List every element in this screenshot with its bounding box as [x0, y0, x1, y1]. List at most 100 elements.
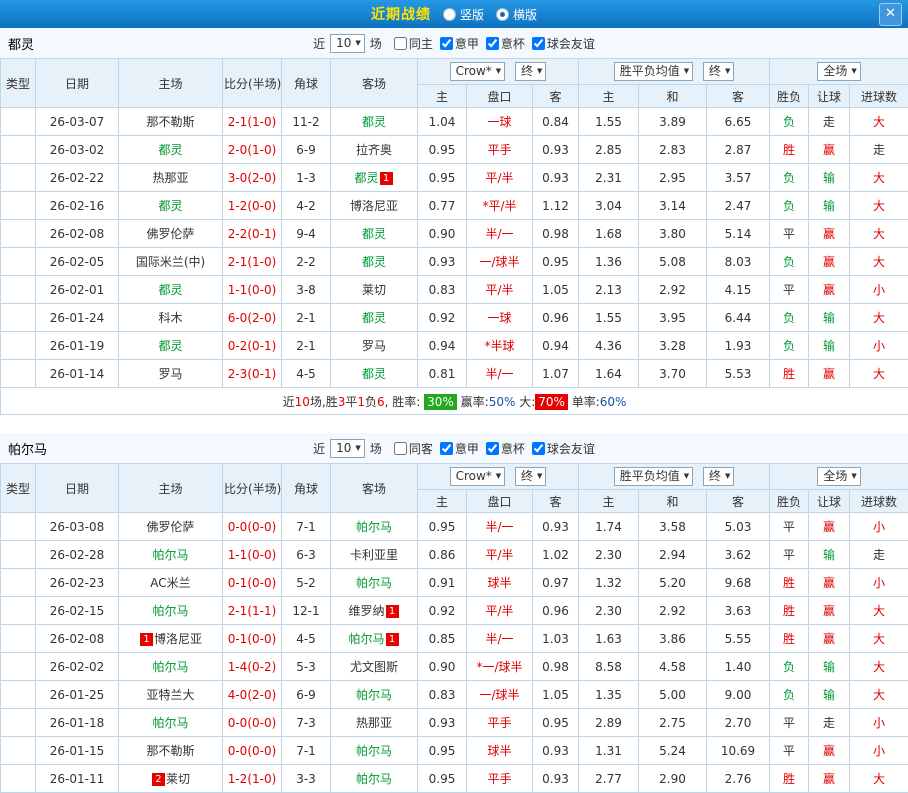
- checkbox-input[interactable]: [486, 442, 499, 455]
- filter-checkbox[interactable]: 意杯: [479, 35, 525, 52]
- corner-cell: 7-1: [282, 737, 331, 765]
- match-row: 意甲26-01-15那不勒斯0-0(0-0)7-1帕尔马0.95球半0.931.…: [1, 737, 908, 765]
- ah-line-cell: 半/一: [467, 220, 533, 248]
- ah-line-cell: *平/半: [467, 192, 533, 220]
- filter-checkbox[interactable]: 同主: [387, 35, 433, 52]
- ah-away-odds-cell: 0.93: [533, 164, 579, 192]
- date-cell: 26-02-01: [36, 276, 119, 304]
- checkbox-label: 意甲: [455, 440, 479, 457]
- checkbox-input[interactable]: [532, 442, 545, 455]
- ah-away-odds-cell: 0.96: [533, 304, 579, 332]
- europe-odds-select[interactable]: 胜平负均值▼: [614, 467, 693, 486]
- ah-home-odds-cell: 0.83: [418, 681, 467, 709]
- ah-away-odds-cell: 0.98: [533, 220, 579, 248]
- away-team-name: 都灵: [354, 171, 378, 185]
- corner-cell: 7-3: [282, 709, 331, 737]
- europe-odds-select[interactable]: 胜平负均值▼: [614, 62, 693, 81]
- home-team-cell: 帕尔马: [119, 597, 223, 625]
- ah-line-cell: *一/球半: [467, 653, 533, 681]
- bookmaker-select[interactable]: Crow*▼: [450, 62, 506, 81]
- checkbox-input[interactable]: [440, 442, 453, 455]
- away-team-cell: 尤文图斯: [331, 653, 418, 681]
- away-team-name: 帕尔马: [356, 688, 392, 702]
- team-section: 都灵 近 10▼ 场 同主意甲意杯球会友谊 类型 日期 主场 比分(半场) 角球…: [0, 28, 908, 415]
- filter-checkbox[interactable]: 球会友谊: [525, 440, 595, 457]
- score-cell: 0-0(0-0): [223, 513, 282, 541]
- home-team-name: 帕尔马: [152, 548, 188, 562]
- europe-stage-select[interactable]: 终▼: [703, 62, 734, 81]
- match-count-select[interactable]: 10 ▼: [330, 439, 365, 458]
- eu-away-odds-cell: 9.68: [707, 569, 770, 597]
- scope-select[interactable]: 全场▼: [817, 467, 860, 486]
- filter-checkbox[interactable]: 同客: [387, 440, 433, 457]
- date-cell: 26-01-14: [36, 360, 119, 388]
- match-count-select[interactable]: 10▼: [330, 34, 365, 53]
- score-cell: 1-1(0-0): [223, 541, 282, 569]
- filter-checkbox[interactable]: 意甲: [433, 440, 479, 457]
- ah-line-cell: 平/半: [467, 541, 533, 569]
- handicap-result-cell: 赢: [809, 513, 850, 541]
- handicap-stage-select[interactable]: 终▼: [515, 62, 546, 81]
- ah-line-cell: 一球: [467, 304, 533, 332]
- checkbox-input[interactable]: [532, 37, 545, 50]
- checkbox-input[interactable]: [394, 37, 407, 50]
- corner-cell: 3-3: [282, 765, 331, 793]
- ah-line-cell: 一/球半: [467, 681, 533, 709]
- eu-home-odds-cell: 1.63: [579, 625, 639, 653]
- ah-away-odds-cell: 1.07: [533, 360, 579, 388]
- sub-header-handicap-result: 让球: [809, 85, 850, 108]
- ah-away-odds-cell: 0.93: [533, 136, 579, 164]
- eu-draw-odds-cell: 3.28: [639, 332, 707, 360]
- away-team-cell: 都灵1: [331, 164, 418, 192]
- europe-odds-value: 胜平负均值: [620, 469, 680, 484]
- eu-draw-odds-cell: 3.58: [639, 513, 707, 541]
- chevron-down-icon: ▼: [355, 441, 360, 456]
- checkbox-input[interactable]: [440, 37, 453, 50]
- league-type-cell: 意甲: [1, 513, 36, 541]
- handicap-result-cell: 赢: [809, 597, 850, 625]
- checkbox-input[interactable]: [394, 442, 407, 455]
- europe-stage-value: 终: [709, 469, 721, 484]
- scope-value: 全场: [823, 64, 847, 79]
- layout-option-vertical[interactable]: 竖版: [443, 6, 484, 23]
- match-count-value: 10: [336, 36, 351, 51]
- corner-cell: 5-3: [282, 653, 331, 681]
- result-cell: 平: [770, 709, 809, 737]
- ah-away-odds-cell: 0.93: [533, 737, 579, 765]
- ah-home-odds-cell: 0.95: [418, 136, 467, 164]
- scope-select[interactable]: 全场▼: [817, 62, 860, 81]
- layout-option-horizontal[interactable]: 横版: [496, 6, 537, 23]
- corner-cell: 2-1: [282, 304, 331, 332]
- ah-home-odds-cell: 0.95: [418, 513, 467, 541]
- filter-checkbox[interactable]: 意杯: [479, 440, 525, 457]
- ah-line-cell: 一/球半: [467, 248, 533, 276]
- match-count-value: 10: [336, 441, 351, 456]
- chevron-down-icon: ▼: [684, 64, 689, 79]
- away-team-name: 都灵: [362, 227, 386, 241]
- europe-stage-select[interactable]: 终▼: [703, 467, 734, 486]
- match-row: 意甲26-03-02都灵2-0(1-0)6-9拉齐奥0.95平手0.932.85…: [1, 136, 908, 164]
- sub-header-eu-away: 客: [707, 85, 770, 108]
- eu-away-odds-cell: 2.47: [707, 192, 770, 220]
- results-table: 类型 日期 主场 比分(半场) 角球 客场 Crow*▼ 终▼ 胜平负均值▼ 终…: [0, 463, 908, 793]
- home-team-name: 亚特兰大: [146, 688, 194, 702]
- away-team-name: 莱切: [362, 283, 386, 297]
- corner-cell: 3-8: [282, 276, 331, 304]
- handicap-stage-select[interactable]: 终▼: [515, 467, 546, 486]
- away-team-name: 都灵: [362, 255, 386, 269]
- bookmaker-select[interactable]: Crow*▼: [450, 467, 506, 486]
- filter-checkbox[interactable]: 意甲: [433, 35, 479, 52]
- ah-home-odds-cell: 0.95: [418, 737, 467, 765]
- result-cell: 平: [770, 737, 809, 765]
- close-button[interactable]: ✕: [879, 3, 902, 26]
- away-team-cell: 帕尔马: [331, 737, 418, 765]
- corner-cell: 2-2: [282, 248, 331, 276]
- match-row: 意甲26-02-16都灵1-2(0-0)4-2博洛尼亚0.77*平/半1.123…: [1, 192, 908, 220]
- home-team-cell: AC米兰: [119, 569, 223, 597]
- eu-home-odds-cell: 1.68: [579, 220, 639, 248]
- filter-checkbox[interactable]: 球会友谊: [525, 35, 595, 52]
- away-team-cell: 罗马: [331, 332, 418, 360]
- ah-line-cell: 平/半: [467, 597, 533, 625]
- ah-away-odds-cell: 1.12: [533, 192, 579, 220]
- checkbox-input[interactable]: [486, 37, 499, 50]
